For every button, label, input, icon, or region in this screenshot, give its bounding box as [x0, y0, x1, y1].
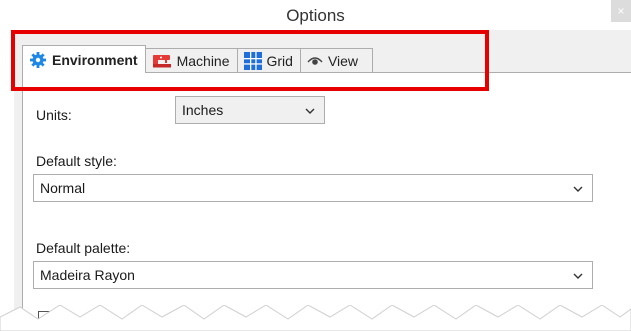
- default-style-label: Default style:: [36, 153, 117, 169]
- units-select[interactable]: Inches: [175, 96, 325, 124]
- torn-edge: [0, 305, 631, 331]
- window-title: Options: [286, 6, 345, 25]
- chevron-down-icon: [304, 104, 316, 120]
- default-palette-value: Madeira Rayon: [40, 267, 135, 283]
- chevron-down-icon: [572, 269, 584, 285]
- units-value: Inches: [182, 102, 224, 118]
- default-style-select[interactable]: Normal: [33, 174, 593, 202]
- tab-highlight-annotation: [11, 30, 489, 91]
- default-style-value: Normal: [40, 180, 86, 196]
- title-bar: Options ×: [0, 0, 631, 30]
- units-label: Units:: [36, 107, 72, 123]
- default-palette-label: Default palette:: [36, 240, 131, 256]
- close-button[interactable]: ×: [611, 0, 631, 22]
- default-palette-select[interactable]: Madeira Rayon: [33, 261, 593, 289]
- chevron-down-icon: [572, 182, 584, 198]
